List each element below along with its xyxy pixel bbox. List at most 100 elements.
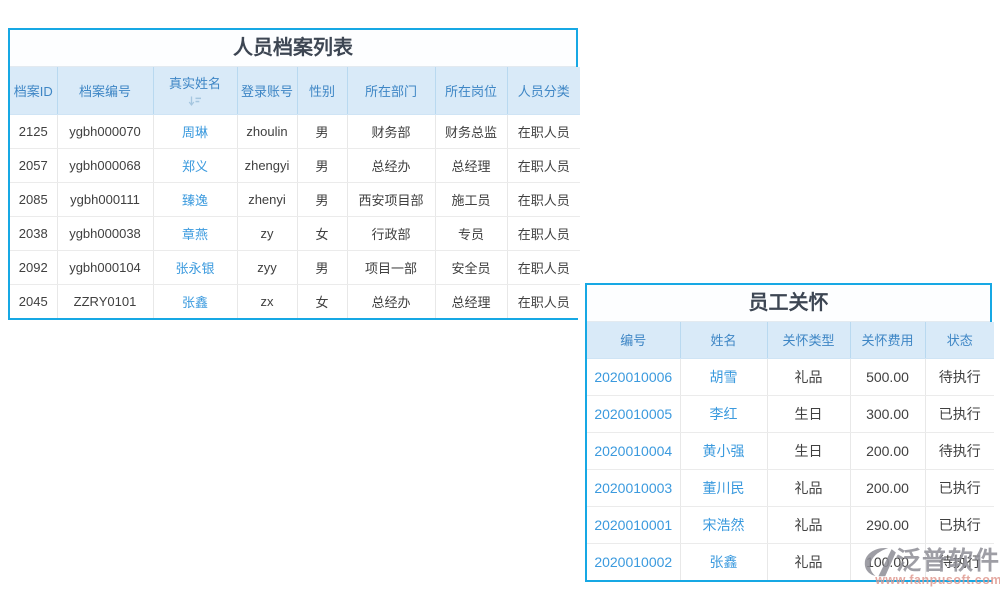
header-care-status: 状态 [925,322,994,358]
archive-id-cell: 2045 [10,284,57,318]
care-no-link[interactable]: 2020010004 [587,432,680,469]
archive-id-cell: 2125 [10,114,57,148]
care-type-cell: 礼品 [767,506,850,543]
header-category: 人员分类 [507,67,580,114]
table-row: 2038 ygbh000038 章燕 zy 女 行政部 专员 在职人员 [10,216,580,250]
header-real-name-label: 真实姓名 [169,76,221,92]
care-no-link[interactable]: 2020010006 [587,358,680,395]
care-name-link[interactable]: 张鑫 [680,543,767,580]
header-care-type: 关怀类型 [767,322,850,358]
care-no-link[interactable]: 2020010002 [587,543,680,580]
post-cell: 施工员 [435,182,507,216]
care-no-link[interactable]: 2020010003 [587,469,680,506]
gender-cell: 男 [297,114,347,148]
category-cell: 在职人员 [507,182,580,216]
gender-cell: 男 [297,182,347,216]
login-account-cell: zhengyi [237,148,297,182]
table-row: 2020010005 李红 生日 300.00 已执行 [587,395,994,432]
header-archive-code: 档案编号 [57,67,153,114]
gender-cell: 女 [297,216,347,250]
archive-id-cell: 2057 [10,148,57,182]
care-status-cell: 已执行 [925,395,994,432]
personnel-table: 档案ID 档案编号 真实姓名 [10,67,580,318]
real-name-link[interactable]: 张永银 [153,250,237,284]
header-care-name: 姓名 [680,322,767,358]
header-care-no: 编号 [587,322,680,358]
care-name-link[interactable]: 胡雪 [680,358,767,395]
archive-id-cell: 2085 [10,182,57,216]
care-name-link[interactable]: 宋浩然 [680,506,767,543]
post-cell: 总经理 [435,284,507,318]
table-row: 2020010003 董川民 礼品 200.00 已执行 [587,469,994,506]
header-post: 所在岗位 [435,67,507,114]
header-department: 所在部门 [347,67,435,114]
care-status-cell: 已执行 [925,506,994,543]
care-name-link[interactable]: 李红 [680,395,767,432]
care-type-cell: 礼品 [767,469,850,506]
archive-code-cell: ZZRY0101 [57,284,153,318]
real-name-link[interactable]: 张鑫 [153,284,237,318]
care-type-cell: 礼品 [767,358,850,395]
personnel-table-title: 人员档案列表 [10,30,576,67]
gender-cell: 男 [297,250,347,284]
header-gender: 性别 [297,67,347,114]
real-name-link[interactable]: 臻逸 [153,182,237,216]
real-name-link[interactable]: 章燕 [153,216,237,250]
care-type-cell: 礼品 [767,543,850,580]
department-cell: 财务部 [347,114,435,148]
care-name-link[interactable]: 董川民 [680,469,767,506]
care-fee-cell: 290.00 [850,506,925,543]
archive-code-cell: ygbh000104 [57,250,153,284]
employee-care-panel: 员工关怀 编号 姓名 关怀类型 关怀费用 状态 2020010006 胡雪 礼品… [585,283,992,582]
personnel-archive-panel: 人员档案列表 档案ID 档案编号 真实姓名 [8,28,578,320]
table-row: 2045 ZZRY0101 张鑫 zx 女 总经办 总经理 在职人员 [10,284,580,318]
table-row: 2125 ygbh000070 周琳 zhoulin 男 财务部 财务总监 在职… [10,114,580,148]
gender-cell: 女 [297,284,347,318]
category-cell: 在职人员 [507,148,580,182]
archive-code-cell: ygbh000070 [57,114,153,148]
header-care-fee: 关怀费用 [850,322,925,358]
gender-cell: 男 [297,148,347,182]
care-status-cell: 待执行 [925,358,994,395]
care-table: 编号 姓名 关怀类型 关怀费用 状态 2020010006 胡雪 礼品 500.… [587,322,994,580]
login-account-cell: zhenyi [237,182,297,216]
login-account-cell: zx [237,284,297,318]
header-real-name[interactable]: 真实姓名 [153,67,237,114]
real-name-link[interactable]: 郑义 [153,148,237,182]
care-fee-cell: 500.00 [850,358,925,395]
care-status-cell: 待执行 [925,432,994,469]
care-fee-cell: 200.00 [850,432,925,469]
table-row: 2020010004 黄小强 生日 200.00 待执行 [587,432,994,469]
care-no-link[interactable]: 2020010005 [587,395,680,432]
category-cell: 在职人员 [507,284,580,318]
department-cell: 总经办 [347,148,435,182]
login-account-cell: zyy [237,250,297,284]
care-fee-cell: 300.00 [850,395,925,432]
department-cell: 总经办 [347,284,435,318]
care-fee-cell: 200.00 [850,469,925,506]
post-cell: 安全员 [435,250,507,284]
table-row: 2020010001 宋浩然 礼品 290.00 已执行 [587,506,994,543]
care-header-row: 编号 姓名 关怀类型 关怀费用 状态 [587,322,994,358]
sort-amount-icon[interactable] [188,94,202,104]
care-fee-cell: 100.00 [850,543,925,580]
care-table-title: 员工关怀 [587,285,990,322]
category-cell: 在职人员 [507,114,580,148]
post-cell: 财务总监 [435,114,507,148]
archive-id-cell: 2038 [10,216,57,250]
department-cell: 行政部 [347,216,435,250]
header-archive-id: 档案ID [10,67,57,114]
category-cell: 在职人员 [507,216,580,250]
care-name-link[interactable]: 黄小强 [680,432,767,469]
archive-code-cell: ygbh000068 [57,148,153,182]
table-row: 2057 ygbh000068 郑义 zhengyi 男 总经办 总经理 在职人… [10,148,580,182]
department-cell: 西安项目部 [347,182,435,216]
login-account-cell: zy [237,216,297,250]
care-type-cell: 生日 [767,432,850,469]
table-row: 2085 ygbh000111 臻逸 zhenyi 男 西安项目部 施工员 在职… [10,182,580,216]
personnel-header-row: 档案ID 档案编号 真实姓名 [10,67,580,114]
post-cell: 专员 [435,216,507,250]
real-name-link[interactable]: 周琳 [153,114,237,148]
care-status-cell: 待执行 [925,543,994,580]
care-no-link[interactable]: 2020010001 [587,506,680,543]
